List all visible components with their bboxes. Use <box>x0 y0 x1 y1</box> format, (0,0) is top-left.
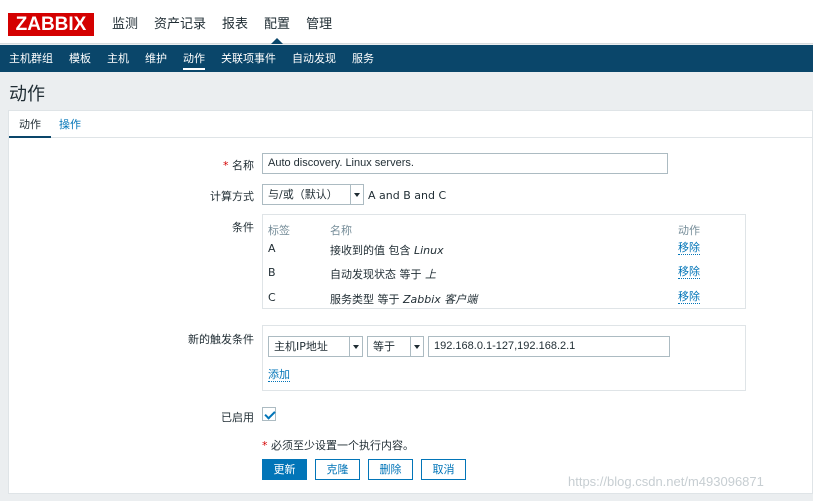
action-form-panel: 动作 操作 * 名称 Auto discovery. Linux servers… <box>8 110 813 494</box>
dropdown-arrow-icon <box>350 185 363 204</box>
tab-bar: 动作 操作 <box>9 111 813 138</box>
delete-button[interactable]: 删除 <box>368 459 413 480</box>
required-note: * 必须至少设置一个执行内容。 <box>262 437 414 453</box>
condition-a-text: 接收到的值 包含 <box>330 244 414 257</box>
enabled-label: 已启用 <box>221 411 254 424</box>
condition-b-text: 自动发现状态 等于 <box>330 268 425 281</box>
col-header-action: 动作 <box>678 224 700 237</box>
tab-action[interactable]: 动作 <box>9 111 51 138</box>
condition-b-name: 自动发现状态 等于 上 <box>330 266 436 282</box>
col-header-name: 名称 <box>330 224 352 237</box>
condition-c-remove-link[interactable]: 移除 <box>678 291 700 304</box>
active-caret-icon <box>271 38 284 44</box>
condition-c-value: Zabbix 客户端 <box>403 293 478 306</box>
dropdown-arrow-icon <box>410 337 423 356</box>
nav-inventory[interactable]: 资产记录 <box>146 0 214 44</box>
name-label: * 名称 <box>159 157 254 173</box>
top-header: ZABBIX 监测 资产记录 报表 配置 管理 <box>0 0 813 44</box>
subnav-templates[interactable]: 模板 <box>61 45 99 72</box>
condition-a-remove-link[interactable]: 移除 <box>678 242 700 255</box>
subnav-maintenance[interactable]: 维护 <box>137 45 175 72</box>
condition-b-label: B <box>268 266 276 279</box>
nav-monitoring[interactable]: 监测 <box>104 0 146 44</box>
condition-a-name: 接收到的值 包含 Linux <box>330 242 444 258</box>
calc-select[interactable]: 与/或（默认） <box>262 184 364 205</box>
condition-b-value: 上 <box>425 268 436 281</box>
condition-operator-select[interactable]: 等于 <box>367 336 424 357</box>
tab-operations[interactable]: 操作 <box>49 111 91 138</box>
new-condition-box: 主机IP地址 等于 192.168.0.1-127,192.168.2.1 添加 <box>262 325 746 391</box>
subnav-host-groups[interactable]: 主机群组 <box>1 45 61 72</box>
condition-c-label: C <box>268 291 276 304</box>
main-nav: 监测 资产记录 报表 配置 管理 <box>104 0 340 44</box>
dropdown-arrow-icon <box>349 337 362 356</box>
calc-select-value: 与/或（默认） <box>268 188 338 201</box>
required-asterisk: * <box>262 439 271 452</box>
nav-configuration[interactable]: 配置 <box>256 0 298 44</box>
condition-a-value: Linux <box>414 244 444 257</box>
nav-reports[interactable]: 报表 <box>214 0 256 44</box>
sub-nav: 主机群组 模板 主机 维护 动作 关联项事件 自动发现 服务 <box>0 45 813 72</box>
new-condition-label: 新的触发条件 <box>188 333 254 346</box>
conditions-table: 标签 名称 动作 A 接收到的值 包含 Linux 移除 B 自动发现状态 等于… <box>262 214 746 309</box>
required-note-text: 必须至少设置一个执行内容。 <box>271 439 414 452</box>
nav-configuration-label: 配置 <box>264 17 291 32</box>
col-header-label: 标签 <box>268 224 290 237</box>
condition-c-name: 服务类型 等于 Zabbix 客户端 <box>330 291 477 307</box>
clone-button[interactable]: 克隆 <box>315 459 360 480</box>
update-button[interactable]: 更新 <box>262 459 307 480</box>
required-asterisk: * <box>223 159 232 172</box>
page-title: 动作 <box>9 84 45 105</box>
subnav-services[interactable]: 服务 <box>344 45 382 72</box>
conditions-label: 条件 <box>232 221 254 234</box>
enabled-checkbox[interactable] <box>262 407 276 421</box>
condition-c-text: 服务类型 等于 <box>330 293 403 306</box>
cancel-button[interactable]: 取消 <box>421 459 466 480</box>
name-input[interactable]: Auto discovery. Linux servers. <box>262 153 668 174</box>
zabbix-logo[interactable]: ZABBIX <box>8 13 94 36</box>
calc-expression: A and B and C <box>368 189 447 202</box>
nav-administration[interactable]: 管理 <box>298 0 340 44</box>
subnav-actions[interactable]: 动作 <box>175 45 213 72</box>
watermark: https://blog.csdn.net/m493096871 <box>568 474 764 489</box>
condition-value-input[interactable]: 192.168.0.1-127,192.168.2.1 <box>428 336 670 357</box>
subnav-hosts[interactable]: 主机 <box>99 45 137 72</box>
add-condition-link[interactable]: 添加 <box>268 369 290 382</box>
condition-a-label: A <box>268 242 276 255</box>
condition-type-select[interactable]: 主机IP地址 <box>268 336 363 357</box>
subnav-discovery[interactable]: 自动发现 <box>284 45 344 72</box>
name-label-text: 名称 <box>232 159 254 172</box>
condition-operator-value: 等于 <box>373 340 395 353</box>
condition-type-value: 主机IP地址 <box>274 340 328 353</box>
subnav-event-correlation[interactable]: 关联项事件 <box>213 45 284 72</box>
calc-label: 计算方式 <box>210 190 254 203</box>
condition-b-remove-link[interactable]: 移除 <box>678 266 700 279</box>
